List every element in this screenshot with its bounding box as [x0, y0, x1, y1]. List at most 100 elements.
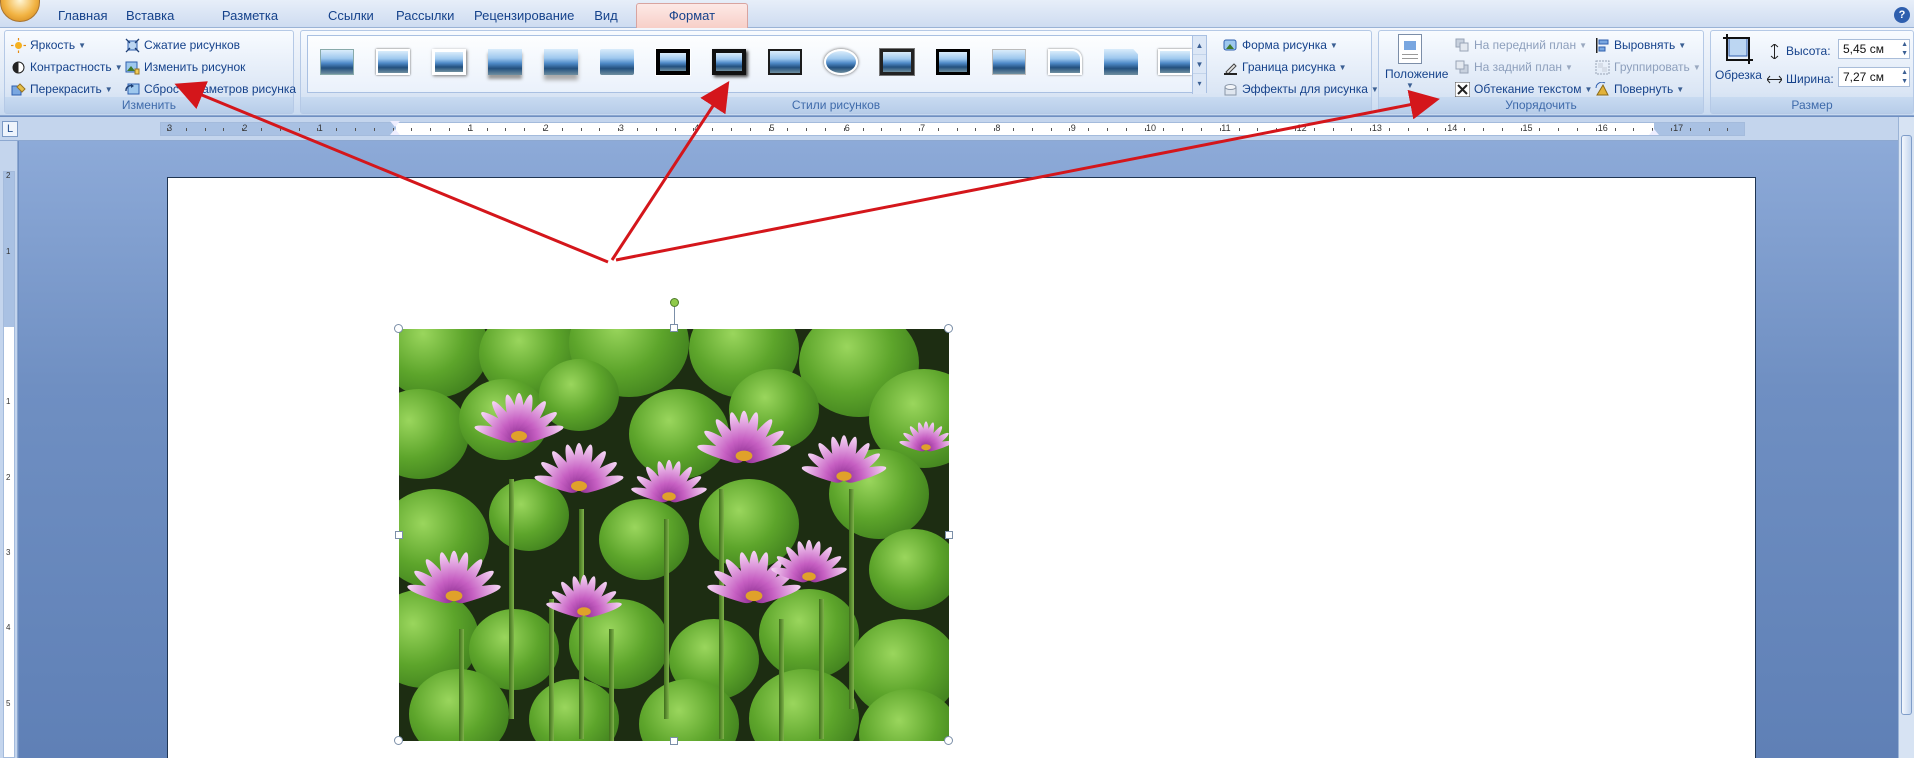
ruler-tick: [1577, 128, 1578, 131]
position-button[interactable]: Положение ▼: [1385, 34, 1448, 96]
picture-style-14[interactable]: [1044, 45, 1086, 79]
tab-references[interactable]: Ссылки: [328, 7, 374, 27]
send-to-back-button[interactable]: На задний план ▼: [1455, 57, 1573, 77]
picture-style-10[interactable]: [820, 45, 862, 79]
help-icon[interactable]: ?: [1894, 7, 1910, 23]
ruler-tick: [1539, 128, 1541, 131]
crop-label: Обрезка: [1715, 68, 1762, 82]
brightness-button[interactable]: Яркость ▼: [11, 35, 86, 55]
height-spinner-icon[interactable]: ▲ ▼: [1901, 40, 1908, 58]
tab-review[interactable]: Рецензирование: [474, 7, 574, 27]
align-button[interactable]: Выровнять ▼: [1595, 35, 1686, 55]
gallery-up-icon[interactable]: ▲: [1193, 36, 1206, 55]
resize-handle-bottom-right[interactable]: [944, 736, 953, 745]
resize-handle-top[interactable]: [670, 324, 678, 332]
group-objects-button[interactable]: Группировать ▼: [1595, 57, 1701, 77]
vertical-ruler-number: 3: [6, 547, 11, 557]
contrast-button[interactable]: Контрастность ▼: [11, 57, 123, 77]
bring-to-front-button[interactable]: На передний план ▼: [1455, 35, 1587, 55]
picture-style-6[interactable]: [596, 45, 638, 79]
picture-effects-button[interactable]: Эффекты для рисунка ▼: [1223, 79, 1379, 99]
gallery-down-icon[interactable]: ▼: [1193, 55, 1206, 74]
picture-style-9[interactable]: [764, 45, 806, 79]
ruler-number: 14: [1447, 123, 1458, 133]
picture-shape-button[interactable]: Форма рисунка ▼: [1223, 35, 1338, 55]
tab-mailings[interactable]: Рассылки: [396, 7, 454, 27]
vertical-ruler: 2 1 1 2 3 4 5: [0, 141, 18, 758]
picture-style-13[interactable]: [988, 45, 1030, 79]
width-input[interactable]: 7,27 см ▲ ▼: [1838, 67, 1910, 87]
resize-handle-left[interactable]: [395, 531, 403, 539]
compress-pictures-button[interactable]: Сжатие рисунков: [125, 35, 240, 55]
picture-style-7[interactable]: [652, 45, 694, 79]
resize-handle-bottom-left[interactable]: [394, 736, 403, 745]
picture-style-4[interactable]: [484, 45, 526, 79]
resize-handle-right[interactable]: [945, 531, 953, 539]
ruler-tick: [900, 128, 902, 131]
ruler-number: 10: [1146, 123, 1157, 133]
rotate-button[interactable]: Повернуть ▼: [1595, 79, 1684, 99]
tab-insert[interactable]: Вставка: [126, 7, 174, 27]
water-lily-picture[interactable]: [399, 329, 949, 741]
picture-style-1[interactable]: [316, 45, 358, 79]
vertical-ruler-scale[interactable]: 2 1 1 2 3 4 5: [3, 171, 15, 758]
resize-handle-top-right[interactable]: [944, 324, 953, 333]
width-icon: [1766, 72, 1783, 87]
picture-shape-label: Форма рисунка: [1242, 38, 1327, 52]
ruler-tick: [1351, 128, 1353, 131]
ruler-number: 13: [1371, 123, 1382, 133]
ruler-number: 16: [1597, 123, 1608, 133]
tab-format[interactable]: Формат: [636, 3, 748, 28]
hanging-indent-marker[interactable]: [390, 129, 400, 135]
picture-style-16[interactable]: [1154, 45, 1196, 79]
height-input[interactable]: 5,45 см ▲ ▼: [1838, 39, 1910, 59]
reset-picture-icon: [125, 82, 140, 97]
picture-style-11[interactable]: [876, 45, 918, 79]
reset-picture-button[interactable]: Сброс параметров рисунка: [125, 79, 296, 99]
resize-handle-top-left[interactable]: [394, 324, 403, 333]
ruler-tick: [373, 128, 375, 131]
width-spinner-icon[interactable]: ▲ ▼: [1901, 68, 1908, 86]
change-picture-button[interactable]: Изменить рисунок: [125, 57, 245, 77]
ruler-tick: [1407, 128, 1409, 131]
group-arrange: Положение ▼ На передний план ▼ На задний …: [1378, 30, 1704, 114]
lily-pad: [399, 389, 469, 479]
rotation-handle[interactable]: [670, 298, 679, 307]
picture-effects-label: Эффекты для рисунка: [1242, 82, 1368, 96]
recolor-button[interactable]: Перекрасить ▼: [11, 79, 113, 99]
scrollbar-thumb[interactable]: [1901, 135, 1912, 715]
picture-style-5[interactable]: [540, 45, 582, 79]
ruler-tick: [806, 128, 808, 131]
ruler-tick: [919, 128, 920, 131]
ruler-tick: [317, 128, 319, 131]
ruler-scale[interactable]: 3 2 1 1 2 3 4 5 6 7 8 9 10 11 12 13 14 15 16 17: [160, 121, 1745, 136]
rotate-label: Повернуть: [1614, 82, 1674, 96]
tab-view[interactable]: Вид: [593, 7, 619, 27]
ruler-tick: [1426, 128, 1428, 131]
tab-selector-button[interactable]: L: [2, 121, 18, 137]
office-button[interactable]: [0, 0, 40, 22]
first-line-indent-marker[interactable]: [390, 121, 400, 127]
picture-style-12[interactable]: [932, 45, 974, 79]
ruler-tick: [543, 128, 544, 131]
crop-button[interactable]: Обрезка: [1715, 34, 1762, 94]
resize-handle-bottom[interactable]: [670, 737, 678, 745]
ruler-tick: [787, 128, 789, 131]
picture-style-8[interactable]: [708, 45, 750, 79]
ruler-tick: [1483, 128, 1484, 131]
text-wrapping-button[interactable]: Обтекание текстом ▼: [1454, 79, 1592, 99]
tab-page-layout[interactable]: Разметка страницы: [196, 7, 304, 41]
right-indent-marker[interactable]: [1649, 129, 1659, 135]
picture-border-button[interactable]: Граница рисунка ▼: [1223, 57, 1347, 77]
ruler-tick: [167, 128, 168, 131]
picture-style-15[interactable]: [1100, 45, 1142, 79]
vertical-scrollbar[interactable]: [1898, 117, 1914, 758]
ruler-tick: [580, 128, 582, 131]
tab-home[interactable]: Главная: [58, 7, 107, 27]
picture-style-3[interactable]: [428, 45, 470, 79]
ruler-number: 1: [317, 123, 323, 133]
lily-stem: [719, 489, 724, 739]
lily-pad: [699, 479, 799, 569]
gallery-more-icon[interactable]: ▾: [1193, 74, 1206, 93]
picture-style-2[interactable]: [372, 45, 414, 79]
